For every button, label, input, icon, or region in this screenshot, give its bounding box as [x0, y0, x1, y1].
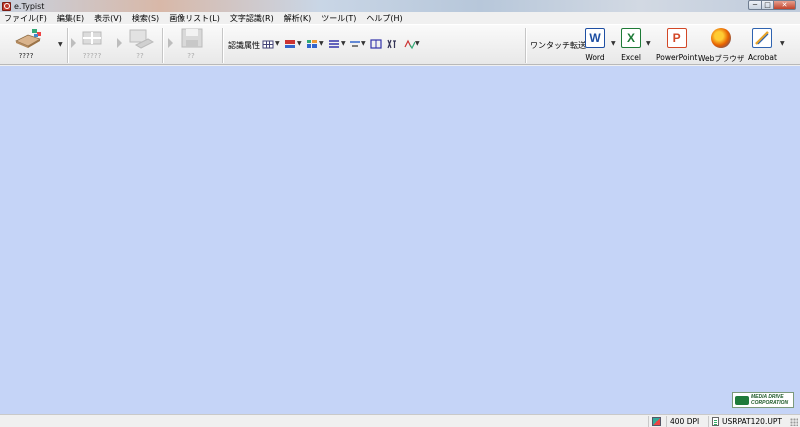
web-browser-button[interactable]: Webブラウザ: [698, 28, 744, 64]
scanner-icon: [14, 27, 41, 49]
dropdown-arrow[interactable]: ▼: [319, 40, 324, 47]
excel-dropdown-arrow[interactable]: ▼: [646, 40, 651, 47]
maximize-button[interactable]: □: [762, 0, 774, 10]
dpi-value: 400 DPI: [670, 417, 700, 426]
pattern-file-icon: [712, 417, 719, 426]
menu-bar: ファイル(F) 編集(E) 表示(V) 検索(S) 画像リスト(L) 文字認識(…: [0, 12, 800, 24]
dropdown-arrow[interactable]: ▼: [341, 40, 346, 47]
acrobat-dropdown-arrow[interactable]: ▼: [780, 40, 785, 47]
flow-arrow-icon: [168, 38, 173, 48]
save-button[interactable]: ??: [179, 27, 203, 60]
recognition-attr-label: 認識属性: [228, 41, 260, 50]
window-controls: ─ □ ✕: [748, 0, 796, 10]
dropdown-arrow[interactable]: ▼: [361, 40, 366, 47]
close-button[interactable]: ✕: [774, 0, 796, 10]
word-icon: W: [585, 28, 605, 48]
toolbar-separator: [525, 28, 526, 63]
status-bar: 400 DPI USRPAT120.UPT: [0, 414, 800, 427]
menu-help[interactable]: ヘルプ(H): [366, 13, 402, 24]
layout-label: ?????: [82, 52, 102, 60]
dropdown-arrow[interactable]: ▼: [415, 40, 420, 47]
excel-icon: X: [621, 28, 641, 48]
color-text-icon[interactable]: [284, 38, 296, 50]
acrobat-button[interactable]: Acrobat: [748, 28, 777, 62]
layout-button[interactable]: ?????: [80, 27, 104, 60]
flow-arrow-icon: [117, 38, 122, 48]
toolbar-separator: [67, 28, 68, 63]
layout-icon: [80, 27, 104, 49]
furigana-icon[interactable]: [386, 38, 398, 50]
menu-recognize[interactable]: 文字認識(R): [230, 13, 274, 24]
document-workspace[interactable]: MEDIA DRIVE CORPORATION: [0, 66, 800, 414]
recognize-button[interactable]: ??: [128, 27, 155, 60]
acrobat-icon: [752, 28, 773, 48]
vertical-text-icon[interactable]: [370, 38, 382, 50]
status-image-indicator: [648, 416, 666, 427]
media-drive-logo-text: MEDIA DRIVE CORPORATION: [751, 394, 788, 406]
table-icon[interactable]: [306, 38, 318, 50]
spell-check-icon[interactable]: [403, 38, 416, 50]
powerpoint-icon: P: [666, 28, 687, 48]
scan-dropdown-arrow[interactable]: ▼: [58, 41, 63, 48]
media-drive-logo-mark: [735, 395, 749, 405]
excel-label: Excel: [621, 53, 641, 62]
powerpoint-label: PowerPoint: [656, 53, 698, 62]
scan-button[interactable]: ????: [14, 27, 41, 60]
app-icon[interactable]: [2, 1, 11, 11]
one-touch-transfer-label: ワンタッチ転送: [530, 41, 586, 50]
window-title: e.Typist: [14, 1, 45, 11]
acrobat-label: Acrobat: [748, 53, 777, 62]
grid-layout-icon[interactable]: [262, 38, 274, 50]
menu-view[interactable]: 表示(V): [94, 13, 122, 24]
toolbar-separator: [222, 28, 223, 63]
recognize-label: ??: [136, 52, 144, 60]
toolbar-separator: [162, 28, 163, 63]
save-label: ??: [187, 52, 195, 60]
menu-file[interactable]: ファイル(F): [4, 13, 47, 24]
menu-search[interactable]: 検索(S): [132, 13, 159, 24]
save-icon: [179, 27, 203, 49]
dropdown-arrow[interactable]: ▼: [297, 40, 302, 47]
menu-tools[interactable]: ツール(T): [321, 13, 356, 24]
dropdown-arrow[interactable]: ▼: [275, 40, 280, 47]
title-bar: e.Typist ─ □ ✕: [0, 0, 800, 12]
recognize-icon: [128, 27, 155, 49]
scan-label: ????: [18, 52, 34, 60]
status-dpi: 400 DPI: [666, 416, 708, 427]
firefox-icon: [711, 28, 732, 48]
excel-button[interactable]: X Excel: [621, 28, 641, 62]
text-lines-icon[interactable]: [328, 38, 340, 50]
flow-arrow-icon: [71, 38, 76, 48]
word-button[interactable]: W Word: [585, 28, 605, 62]
status-file: USRPAT120.UPT: [708, 416, 800, 427]
main-toolbar: ???? ▼ ????? ?? ?? 認識属性 ▼ ▼ ▼ ▼ ▼ ▼ ワンタッ…: [0, 24, 800, 65]
minimize-button[interactable]: ─: [748, 0, 762, 10]
menu-image-list[interactable]: 画像リスト(L): [169, 13, 220, 24]
media-drive-logo: MEDIA DRIVE CORPORATION: [732, 392, 794, 408]
word-dropdown-arrow[interactable]: ▼: [611, 40, 616, 47]
resize-grip[interactable]: [790, 418, 798, 426]
web-browser-label: Webブラウザ: [698, 54, 745, 63]
brand-line2: CORPORATION: [751, 400, 789, 406]
menu-analyze[interactable]: 解析(K): [284, 13, 312, 24]
word-label: Word: [585, 53, 605, 62]
powerpoint-button[interactable]: P PowerPoint: [656, 28, 697, 62]
image-status-icon: [652, 417, 661, 426]
pattern-file-name: USRPAT120.UPT: [722, 417, 782, 426]
align-icon[interactable]: [349, 38, 361, 50]
menu-edit[interactable]: 編集(E): [57, 13, 84, 24]
